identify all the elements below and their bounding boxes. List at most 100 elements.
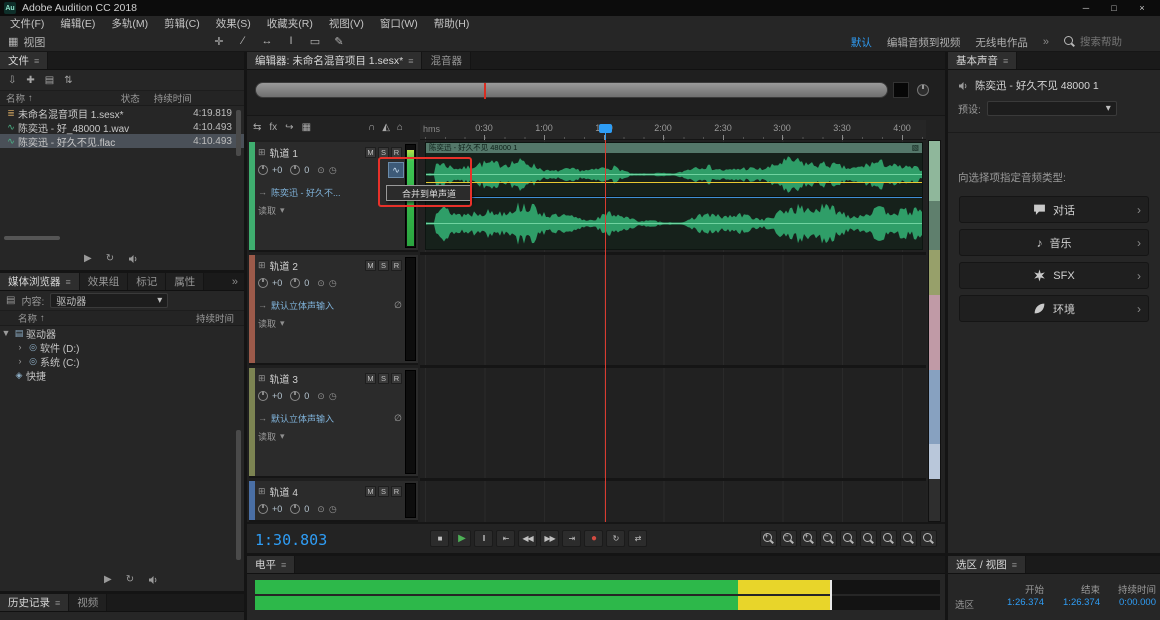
volume-knob[interactable] — [258, 278, 268, 288]
menu-favorites[interactable]: 收藏夹(R) — [259, 16, 321, 32]
clock-icon[interactable]: ◷ — [329, 504, 337, 515]
workspace-edit-audio-to-video[interactable]: 编辑音频到视频 — [887, 35, 961, 50]
menu-clip[interactable]: 剪辑(C) — [156, 16, 208, 32]
zoom-to-selection-button[interactable] — [840, 530, 857, 547]
column-name[interactable]: 名称 — [18, 311, 37, 325]
expander-icon[interactable]: ▼ — [0, 328, 12, 338]
selection-start-value[interactable]: 1:26.374 — [988, 597, 1044, 611]
pan-knob[interactable] — [290, 165, 301, 175]
master-gain-knob[interactable] — [917, 84, 929, 96]
pan-knob[interactable] — [290, 278, 301, 288]
volume-value[interactable]: +0 — [272, 278, 282, 288]
track-color-strip[interactable] — [249, 142, 255, 250]
column-status[interactable]: 状态 — [121, 91, 140, 105]
pan-value[interactable]: 0 — [304, 165, 309, 175]
menu-window[interactable]: 窗口(W) — [372, 16, 426, 32]
zoom-in-amplitude-button[interactable]: + — [800, 530, 817, 547]
audio-clip[interactable]: 陈奕迅 - 好久不见 48000 1 ▧ — [425, 142, 923, 250]
tab-media-browser[interactable]: 媒体浏览器 ≡ — [0, 273, 80, 290]
files-hscrollbar[interactable] — [4, 236, 60, 240]
zoom-selection-in-button[interactable] — [860, 530, 877, 547]
tab-essential-sound[interactable]: 基本声音 ≡ — [948, 52, 1018, 69]
overview-display[interactable] — [893, 82, 909, 98]
media-scrollbar[interactable] — [236, 430, 241, 560]
eq-icon[interactable]: ▦ — [302, 122, 311, 133]
time-display[interactable]: 1:30.803 — [255, 531, 327, 549]
speaker-icon[interactable] — [148, 575, 159, 585]
tab-markers[interactable]: 标记 — [128, 273, 167, 290]
volume-envelope[interactable] — [426, 182, 922, 183]
record-button[interactable]: ● — [584, 530, 603, 547]
arm-button[interactable]: R — [391, 259, 402, 271]
search-box[interactable] — [1064, 36, 1152, 48]
volume-value[interactable]: +0 — [272, 504, 282, 514]
pan-envelope[interactable] — [426, 197, 922, 198]
column-duration[interactable]: 持续时间 — [196, 311, 234, 325]
video-icon[interactable]: ⌂ — [397, 122, 403, 133]
panel-menu-icon[interactable]: ≡ — [66, 277, 71, 287]
move-tool-icon[interactable]: ✛ — [212, 35, 226, 48]
tab-editor[interactable]: 编辑器: 未命名混音项目 1.sesx* ≡ — [247, 52, 423, 69]
metronome-icon[interactable]: ◭ — [382, 122, 390, 133]
overview-scrollbar[interactable] — [255, 82, 888, 99]
track-name[interactable]: 轨道 3 — [270, 371, 298, 386]
import-file-icon[interactable]: ⇩ — [8, 75, 16, 86]
track-name[interactable]: 轨道 2 — [270, 258, 298, 273]
volume-knob[interactable] — [258, 391, 268, 401]
selection-end-value[interactable]: 1:26.374 — [1044, 597, 1100, 611]
clip-fx-icon[interactable]: ▧ — [912, 143, 919, 153]
pan-value[interactable]: 0 — [304, 391, 309, 401]
menu-help[interactable]: 帮助(H) — [426, 16, 478, 32]
tab-effects-rack[interactable]: 效果组 — [79, 273, 129, 290]
tab-overflow-icon[interactable]: » — [226, 273, 244, 290]
menu-file[interactable]: 文件(F) — [2, 16, 52, 32]
mute-button[interactable]: M — [365, 485, 376, 497]
fast-forward-button[interactable]: ▶▶ — [540, 530, 559, 547]
playhead-handle[interactable] — [599, 124, 612, 140]
track-name[interactable]: 轨道 1 — [270, 145, 298, 160]
play-button[interactable]: ▶ — [104, 574, 112, 585]
file-row[interactable]: ∿ 陈奕迅 - 好_48000 1.wav 4:10.493 — [0, 120, 244, 135]
razor-tool-icon[interactable]: ∕ — [236, 35, 250, 48]
menu-effects[interactable]: 效果(S) — [208, 16, 259, 32]
pause-button[interactable]: ‖ — [474, 530, 493, 547]
io-icon[interactable]: ⊙ — [317, 165, 325, 176]
zoom-reset-button[interactable] — [920, 530, 937, 547]
tab-video[interactable]: 视频 — [69, 594, 108, 611]
tree-item-shortcuts[interactable]: ◈ 快捷 — [0, 368, 244, 383]
track-name[interactable]: 轨道 4 — [270, 484, 298, 499]
file-row[interactable]: ≣ 未命名混音项目 1.sesx* 4:19.819 — [0, 106, 244, 121]
new-content-icon[interactable]: ✚ — [26, 75, 34, 86]
tree-item-drives[interactable]: ▼ ▤ 驱动器 — [0, 326, 244, 341]
tab-selection-view[interactable]: 选区 / 视图 ≡ — [948, 556, 1027, 573]
paintbrush-tool-icon[interactable]: ✎ — [332, 35, 346, 48]
selection-duration-value[interactable]: 0:00.000 — [1100, 597, 1156, 611]
automation-mode[interactable]: 读取 — [258, 317, 276, 330]
clock-icon[interactable]: ◷ — [329, 165, 337, 176]
clip-header[interactable]: 陈奕迅 - 好久不见 48000 1 ▧ — [426, 143, 922, 153]
io-icon[interactable]: ⊙ — [317, 391, 325, 402]
tab-mixer[interactable]: 混音器 — [422, 52, 471, 69]
track-io-icon[interactable]: ⇆ — [253, 122, 261, 133]
maximize-button[interactable]: □ — [1100, 0, 1128, 16]
volume-knob[interactable] — [258, 165, 268, 175]
content-dropdown[interactable]: 驱动器 ▾ — [50, 293, 169, 308]
expander-icon[interactable]: › — [14, 356, 26, 366]
zoom-in-time-button[interactable]: + — [760, 530, 777, 547]
track-color-strip[interactable] — [249, 255, 255, 363]
pan-value[interactable]: 0 — [304, 278, 309, 288]
panel-menu-icon[interactable]: ≡ — [1003, 56, 1008, 66]
panel-menu-icon[interactable]: ≡ — [55, 598, 60, 608]
search-input[interactable] — [1080, 36, 1152, 48]
track-navigator[interactable] — [928, 140, 941, 522]
clock-icon[interactable]: ◷ — [329, 391, 337, 402]
panel-menu-icon[interactable]: ≡ — [34, 56, 39, 66]
minimize-button[interactable]: ─ — [1072, 0, 1100, 16]
loop-playback-button[interactable]: ↻ — [606, 530, 625, 547]
dialogue-type-button[interactable]: 对话 › — [959, 196, 1149, 223]
time-selection-tool-icon[interactable]: I — [284, 35, 298, 48]
pan-value[interactable]: 0 — [304, 504, 309, 514]
mute-button[interactable]: M — [365, 146, 376, 158]
tab-history[interactable]: 历史记录 ≡ — [0, 594, 70, 611]
io-icon[interactable]: ⊙ — [317, 504, 325, 515]
